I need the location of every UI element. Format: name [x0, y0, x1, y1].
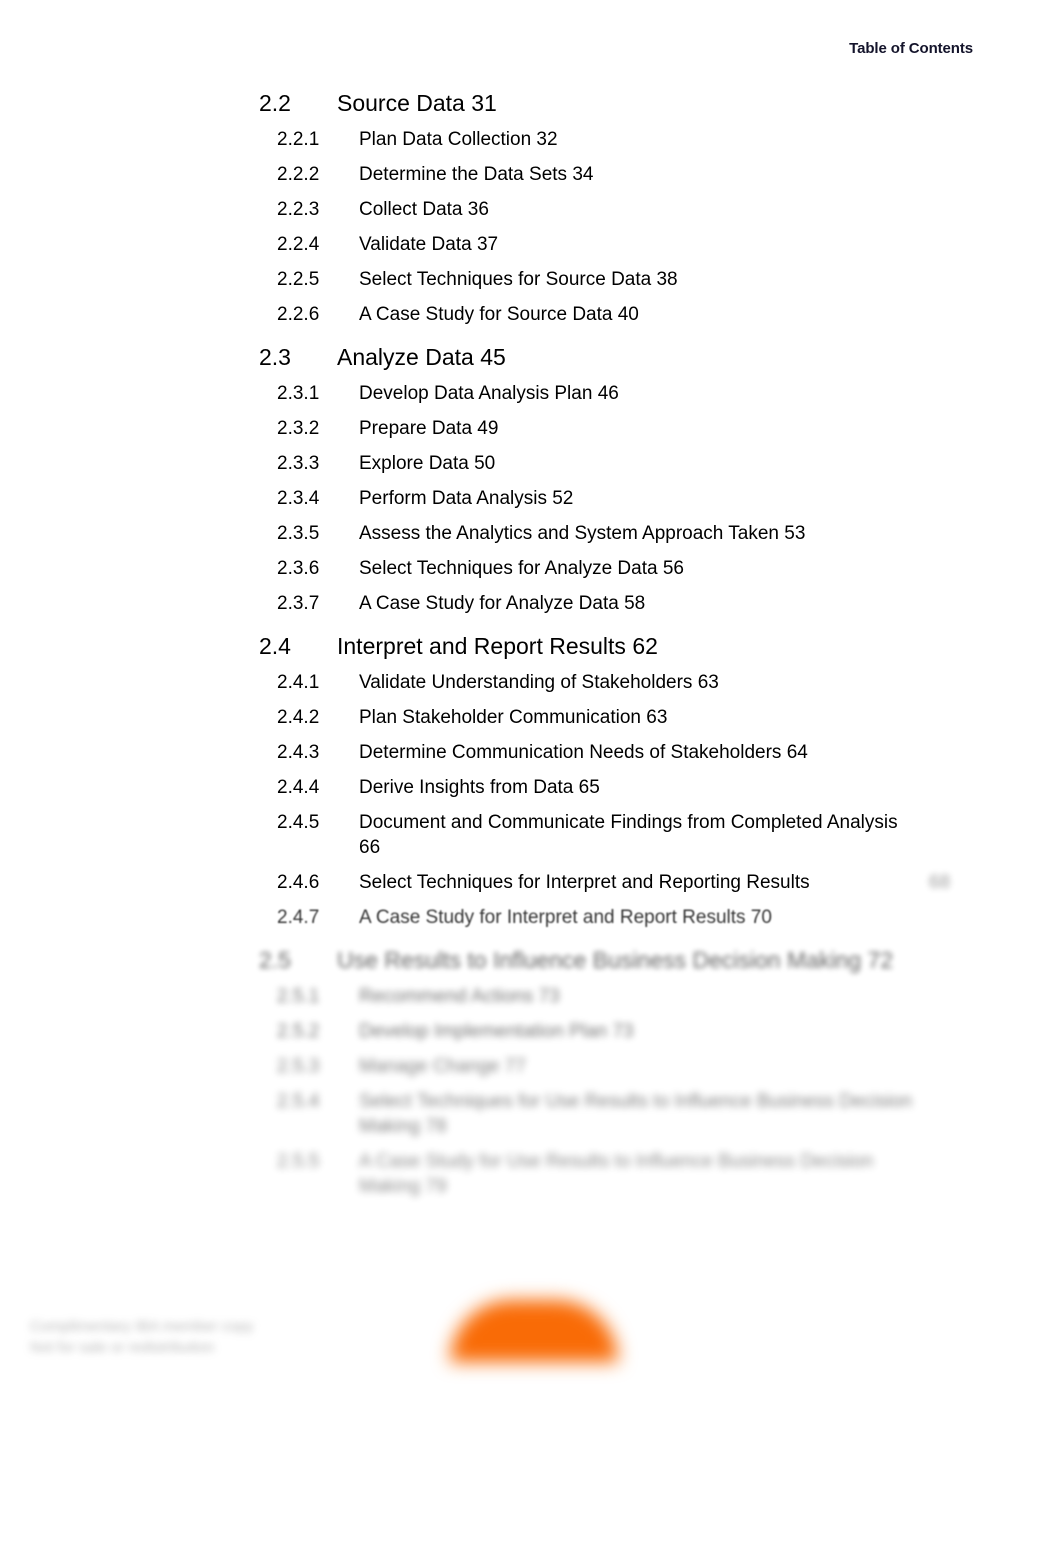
toc-entry[interactable]: 2.4.7 A Case Study for Interpret and Repo…: [0, 900, 1062, 935]
toc-entry-number: 2.2.6: [277, 304, 320, 325]
toc-entry-title: Document and Communicate Findings from C…: [359, 812, 898, 858]
toc-entry-number: 2.4.3: [277, 742, 320, 763]
toc-entry-title: Validate Data 37: [359, 234, 499, 255]
toc-entry-number: 2.5.1: [277, 986, 320, 1007]
toc-entry[interactable]: 2.4.1 Validate Understanding of Stakehold…: [0, 665, 1062, 700]
toc-entry-number: 2.2.2: [277, 164, 320, 185]
toc-entry-title: Perform Data Analysis 52: [359, 488, 574, 509]
toc-entry-number: 2.3.7: [277, 593, 320, 614]
toc-entry[interactable]: 2.5.2 Develop Implementation Plan 73: [0, 1014, 1062, 1049]
toc-entry-number: 2.2.3: [277, 199, 320, 220]
toc-entry-number: 2.5.5: [277, 1151, 320, 1172]
toc-entry[interactable]: 2.4.2 Plan Stakeholder Communication 63: [0, 700, 1062, 735]
toc-entry[interactable]: 2.2.6 A Case Study for Source Data 40: [0, 297, 1062, 332]
toc-entry[interactable]: 2.3.3 Explore Data 50: [0, 446, 1062, 481]
toc-entry-title: Plan Data Collection 32: [359, 129, 558, 150]
toc-entry-title: Prepare Data 49: [359, 418, 499, 439]
toc-entry-title: Select Techniques for Interpret and Repo…: [359, 872, 810, 893]
toc-entry-number: 2.3.2: [277, 418, 320, 439]
toc-entry-number: 2.3: [259, 344, 291, 370]
toc-entry-title: A Case Study for Use Results to Influenc…: [359, 1151, 874, 1197]
toc-entry-number: 2.2.5: [277, 269, 320, 290]
toc-entry-title: Determine Communication Needs of Stakeho…: [359, 742, 808, 763]
toc-entry[interactable]: 2.5.3 Manage Change 77: [0, 1049, 1062, 1084]
toc-entry-title: Recommend Actions 73: [359, 986, 560, 1007]
toc-entry-number: 2.2.4: [277, 234, 320, 255]
toc-entry[interactable]: 2.3.5 Assess the Analytics and System App…: [0, 516, 1062, 551]
toc-entry-title: A Case Study for Source Data 40: [359, 304, 639, 325]
toc-entry-title: Collect Data 36: [359, 199, 489, 220]
toc-entry[interactable]: 2.4.6 Select Techniques for Interpret and…: [0, 865, 1062, 900]
toc-entry-number: 2.2: [259, 90, 291, 116]
toc-entry[interactable]: 2.5.5 A Case Study for Use Results to Inf…: [0, 1144, 1062, 1204]
toc-entry-number: 2.3.5: [277, 523, 320, 544]
toc-entry[interactable]: 2.5 Use Results to Influence Business Dec…: [0, 935, 1062, 979]
toc-entry-number: 2.4: [259, 633, 291, 659]
toc-entry-title: Source Data 31: [337, 90, 497, 116]
table-of-contents: 2.2 Source Data 31 2.2.1 Plan Data Collecti…: [0, 78, 1062, 1204]
toc-entry[interactable]: 2.3.4 Perform Data Analysis 52: [0, 481, 1062, 516]
toc-entry-number: 2.4.5: [277, 812, 320, 833]
toc-entry-title: Select Techniques for Use Results to Inf…: [359, 1091, 913, 1137]
toc-entry[interactable]: 2.2.3 Collect Data 36: [0, 192, 1062, 227]
toc-entry-number: 2.5.4: [277, 1091, 320, 1112]
toc-entry-title: Develop Implementation Plan 73: [359, 1021, 634, 1042]
footer-caption-line-2: Not for sale or redistribution: [30, 1339, 215, 1356]
toc-entry-title: A Case Study for Analyze Data 58: [359, 593, 646, 614]
toc-entry-number: 2.2.1: [277, 129, 320, 150]
toc-entry-number: 2.3.4: [277, 488, 320, 509]
toc-entry-title: A Case Study for Interpret and Report Re…: [359, 907, 772, 928]
toc-entry-number: 2.4.6: [277, 872, 320, 893]
toc-entry[interactable]: 2.3.2 Prepare Data 49: [0, 411, 1062, 446]
toc-entry-title: Plan Stakeholder Communication 63: [359, 707, 668, 728]
toc-entry-title: Derive Insights from Data 65: [359, 777, 600, 798]
toc-entry-title: Develop Data Analysis Plan 46: [359, 383, 619, 404]
toc-entry-title: Use Results to Influence Business Decisi…: [337, 947, 894, 973]
toc-entry-number: 2.3.6: [277, 558, 320, 579]
toc-entry-title: Select Techniques for Analyze Data 56: [359, 558, 684, 579]
toc-entry-number: 2.3.1: [277, 383, 320, 404]
toc-entry-page-number: 68: [929, 872, 951, 893]
toc-entry[interactable]: 2.4 Interpret and Report Results 62: [0, 621, 1062, 665]
toc-entry-title: Assess the Analytics and System Approach…: [359, 523, 806, 544]
toc-entry-number: 2.4.4: [277, 777, 320, 798]
toc-entry-title: Select Techniques for Source Data 38: [359, 269, 678, 290]
toc-entry[interactable]: 2.3.7 A Case Study for Analyze Data 58: [0, 586, 1062, 621]
publisher-logo-icon: [450, 1300, 618, 1362]
toc-entry-number: 2.4.2: [277, 707, 320, 728]
toc-entry-title: Determine the Data Sets 34: [359, 164, 594, 185]
toc-entry[interactable]: 2.5.4 Select Techniques for Use Results t…: [0, 1084, 1062, 1144]
toc-entry[interactable]: 2.2.1 Plan Data Collection 32: [0, 122, 1062, 157]
toc-entry[interactable]: 2.2 Source Data 31: [0, 78, 1062, 122]
toc-entry[interactable]: 2.4.4 Derive Insights from Data 65: [0, 770, 1062, 805]
toc-entry[interactable]: 2.2.4 Validate Data 37: [0, 227, 1062, 262]
toc-entry[interactable]: 2.2.5 Select Techniques for Source Data 3…: [0, 262, 1062, 297]
toc-entry-title: Manage Change 77: [359, 1056, 526, 1077]
toc-entry-number: 2.3.3: [277, 453, 320, 474]
toc-entry[interactable]: 2.2.2 Determine the Data Sets 34: [0, 157, 1062, 192]
toc-entry[interactable]: 2.3.1 Develop Data Analysis Plan 46: [0, 376, 1062, 411]
toc-entry-title: Explore Data 50: [359, 453, 496, 474]
toc-entry-number: 2.4.1: [277, 672, 320, 693]
toc-entry-number: 2.5: [259, 947, 291, 973]
toc-entry[interactable]: 2.4.5 Document and Communicate Findings f…: [0, 805, 1062, 865]
footer-caption-line-1: Complimentary IBA member copy: [30, 1318, 254, 1335]
toc-entry[interactable]: 2.4.3 Determine Communication Needs of St…: [0, 735, 1062, 770]
running-header: Table of Contents: [849, 40, 973, 57]
toc-entry-title: Validate Understanding of Stakeholders 6…: [359, 672, 719, 693]
toc-entry[interactable]: 2.5.1 Recommend Actions 73: [0, 979, 1062, 1014]
toc-entry[interactable]: 2.3.6 Select Techniques for Analyze Data …: [0, 551, 1062, 586]
toc-entry-number: 2.5.3: [277, 1056, 320, 1077]
toc-entry-title: Interpret and Report Results 62: [337, 633, 658, 659]
footer-caption: Complimentary IBA member copy Not for sa…: [30, 1316, 330, 1358]
toc-entry[interactable]: 2.3 Analyze Data 45: [0, 332, 1062, 376]
toc-entry-number: 2.5.2: [277, 1021, 320, 1042]
toc-entry-title: Analyze Data 45: [337, 344, 506, 370]
toc-entry-number: 2.4.7: [277, 907, 320, 928]
